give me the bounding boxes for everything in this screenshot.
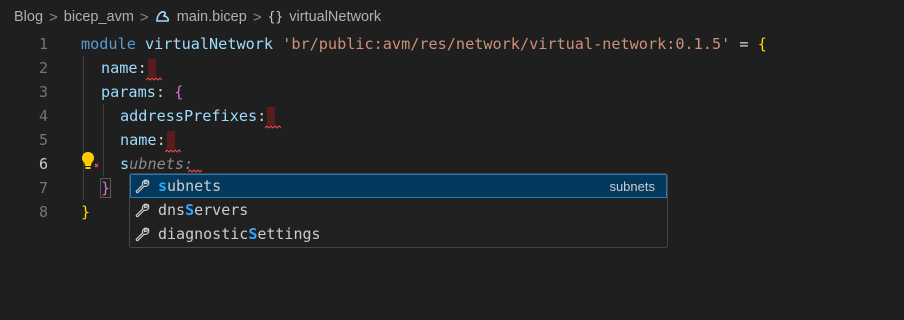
suggestion-label-prefix: dns — [158, 201, 186, 219]
code-line[interactable]: 1 module virtualNetwork 'br/public:avm/r… — [0, 32, 904, 56]
suggestion-item-dns-servers[interactable]: dnsServers — [130, 198, 667, 222]
suggestion-label-suffix: ervers — [194, 201, 249, 219]
suggestion-match: S — [248, 225, 258, 243]
breadcrumb-item-bicep-avm[interactable]: bicep_avm — [64, 9, 134, 25]
code-line[interactable]: 4 addressPrefixes: — [0, 104, 904, 129]
breadcrumb: Blog > bicep_avm > main.bicep > {} virtu… — [0, 0, 904, 34]
line-number: 6 — [38, 155, 48, 173]
property-params: params — [101, 83, 156, 101]
error-marker — [145, 59, 162, 81]
property-name: name — [101, 59, 138, 77]
line-number: 4 — [38, 107, 48, 125]
breadcrumb-item-blog[interactable]: Blog — [14, 9, 43, 25]
braces-symbol-icon: {} — [267, 9, 284, 25]
code-line[interactable]: 2 name: — [0, 56, 904, 81]
line-number: 8 — [38, 203, 48, 221]
chevron-right-icon: > — [139, 8, 149, 26]
open-brace: { — [757, 35, 767, 53]
suggestion-label-suffix: ubnets — [167, 177, 222, 195]
chevron-right-icon: > — [252, 8, 262, 26]
keyword-module: module — [81, 35, 136, 53]
error-marker — [265, 107, 282, 129]
line-number: 2 — [38, 59, 48, 77]
equals-operator: = — [739, 35, 749, 53]
wrench-icon — [134, 226, 152, 242]
line-number: 3 — [38, 83, 48, 101]
bicep-file-icon — [155, 9, 171, 26]
suggestion-item-subnets[interactable]: subnets subnets — [130, 174, 667, 198]
wrench-icon — [134, 202, 152, 218]
suggestion-detail: subnets — [609, 178, 655, 194]
close-brace: } — [99, 178, 112, 198]
suggestion-label-suffix: ettings — [257, 225, 321, 243]
wrench-icon — [134, 178, 152, 194]
line-number: 1 — [38, 35, 48, 53]
code-line[interactable]: 5 name: — [0, 128, 904, 153]
property-address-prefixes: addressPrefixes — [120, 107, 258, 125]
module-path-string: 'br/public:avm/res/network/virtual-netwo… — [282, 35, 731, 53]
breadcrumb-item-main-bicep[interactable]: main.bicep — [177, 9, 247, 25]
line-number: 5 — [38, 131, 48, 149]
suggestion-item-diagnostic-settings[interactable]: diagnosticSettings — [130, 222, 667, 246]
property-name: name — [120, 131, 157, 149]
suggestion-match: s — [158, 177, 168, 195]
inline-suggestion-ghost-text: ubnets: — [129, 155, 194, 173]
code-line[interactable]: 3 params: { — [0, 80, 904, 104]
lightbulb-icon[interactable] — [80, 150, 102, 172]
typed-text: s — [120, 155, 130, 173]
chevron-right-icon: > — [49, 8, 58, 26]
breadcrumb-item-virtual-network[interactable]: virtualNetwork — [289, 9, 381, 25]
suggestion-widget[interactable]: subnets subnets dnsServers diagnosticSet… — [129, 173, 668, 248]
module-name: virtualNetwork — [145, 35, 274, 53]
error-marker — [164, 131, 181, 153]
close-brace: } — [81, 203, 91, 221]
line-number: 7 — [38, 179, 48, 197]
suggestion-label-prefix: diagnostic — [158, 225, 249, 243]
suggestion-match: S — [185, 201, 195, 219]
open-brace: { — [174, 83, 184, 101]
